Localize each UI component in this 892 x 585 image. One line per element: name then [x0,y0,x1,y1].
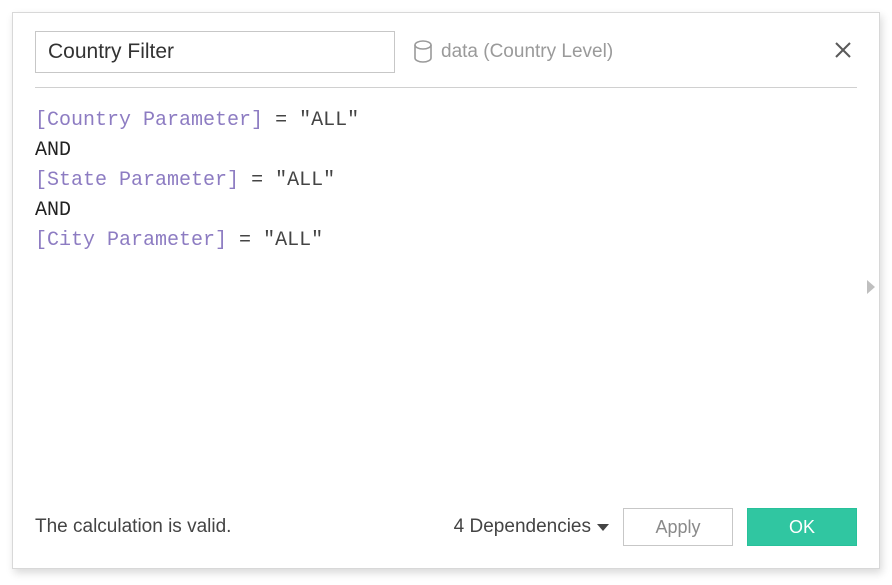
expand-panel-button[interactable] [862,276,880,304]
dependencies-label: 4 Dependencies [454,516,591,538]
dialog-footer: The calculation is valid. 4 Dependencies… [13,508,879,568]
formula-token-op: = [239,229,251,252]
datasource-selector[interactable]: data (Country Level) [413,40,613,64]
dependencies-dropdown[interactable]: 4 Dependencies [454,516,609,538]
formula-token-field: [Country Parameter] [35,109,263,132]
formula-token-kw: AND [35,199,71,222]
formula-token-op: = [275,109,287,132]
chevron-down-icon [597,524,609,531]
formula-token-kw: AND [35,139,71,162]
datasource-label: data (Country Level) [441,41,613,63]
formula-token-field: [City Parameter] [35,229,227,252]
calculation-name-input[interactable] [35,31,395,73]
close-icon [833,40,853,65]
editor-container: [Country Parameter] = "ALL" AND [State P… [13,88,879,508]
dialog-header: data (Country Level) [13,13,879,87]
apply-button[interactable]: Apply [623,508,733,546]
close-button[interactable] [829,38,857,66]
formula-token-str: "ALL" [299,109,359,132]
formula-token-str: "ALL" [263,229,323,252]
ok-button[interactable]: OK [747,508,857,546]
datasource-icon [413,40,433,64]
formula-token-str: "ALL" [275,169,335,192]
validation-status: The calculation is valid. [35,516,231,538]
formula-token-op: = [251,169,263,192]
formula-editor[interactable]: [Country Parameter] = "ALL" AND [State P… [13,88,879,508]
formula-token-field: [State Parameter] [35,169,239,192]
chevron-right-icon [865,278,877,301]
calculation-editor-dialog: data (Country Level) [Country Parameter]… [12,12,880,569]
